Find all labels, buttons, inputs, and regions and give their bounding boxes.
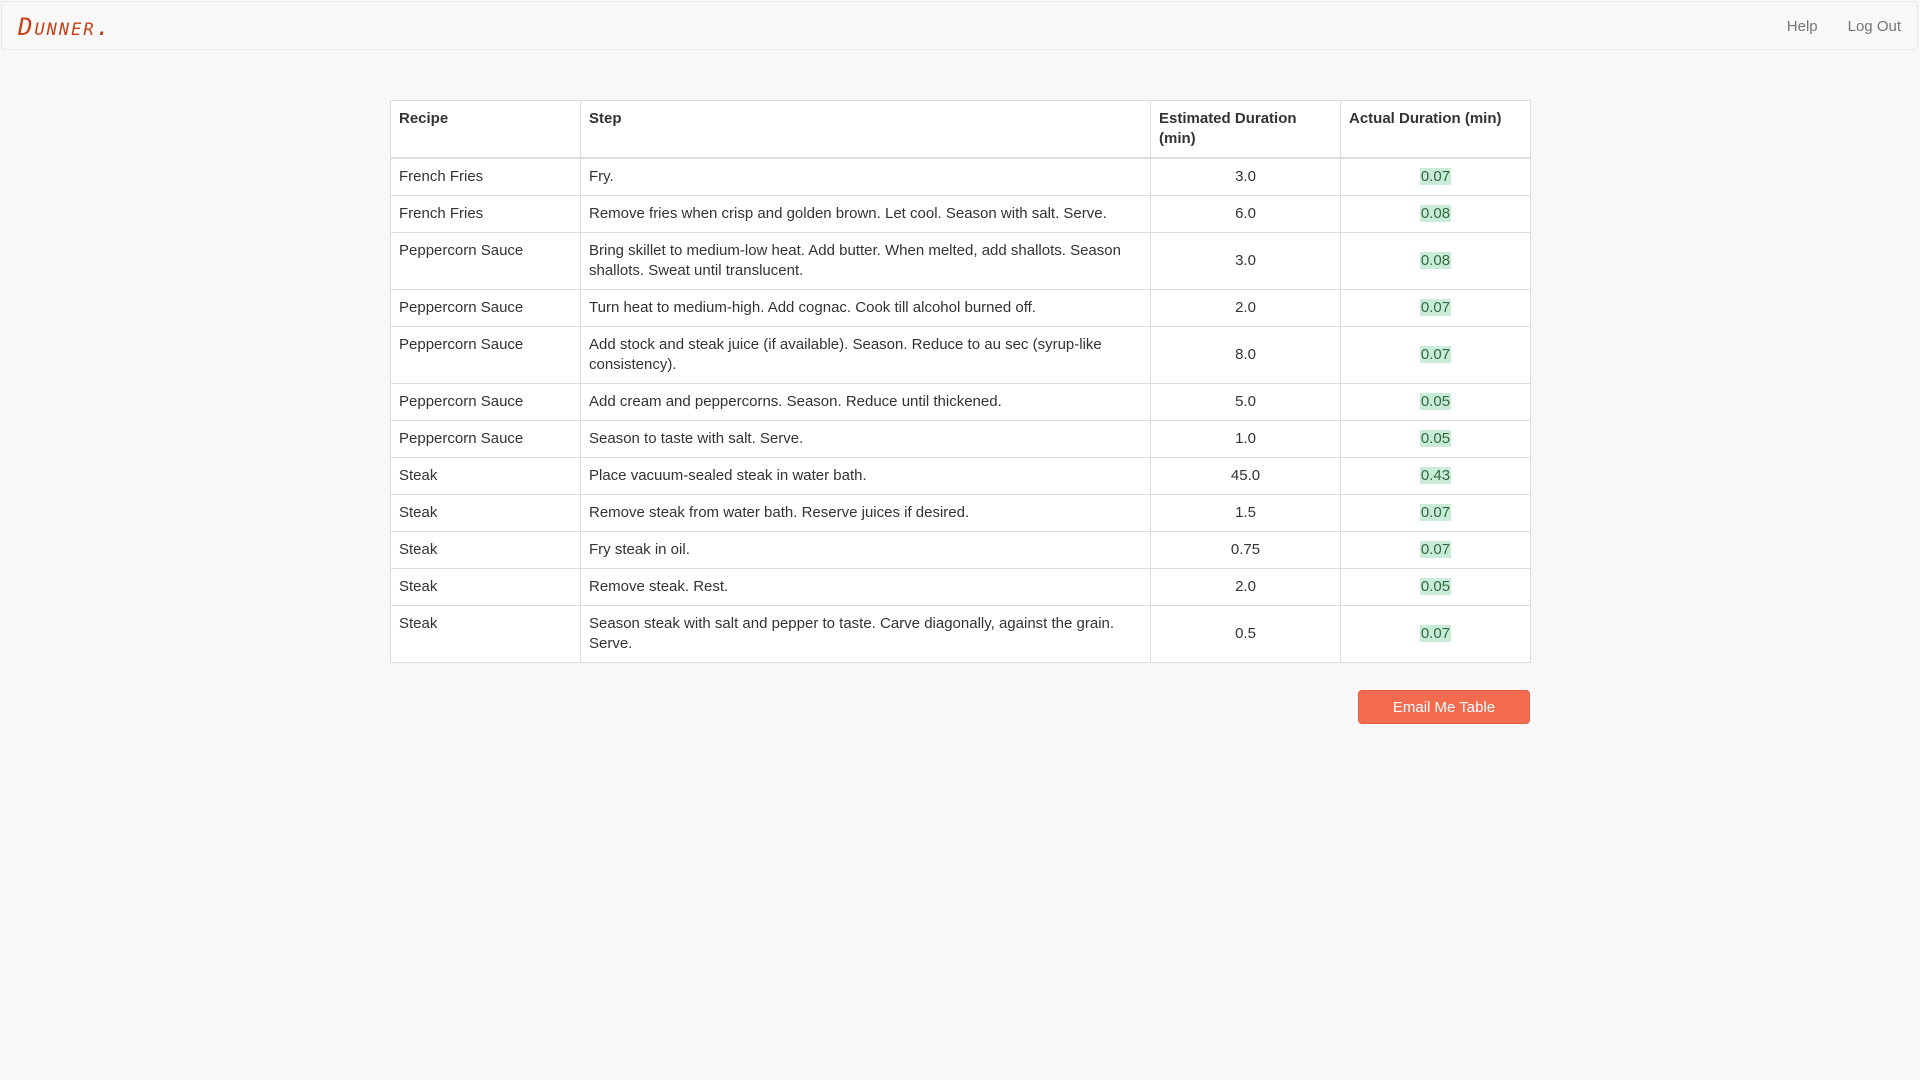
step-cell: Season steak with salt and pepper to tas… bbox=[580, 605, 1151, 663]
durations-table-container: Recipe Step Estimated Duration (min) Act… bbox=[390, 100, 1531, 663]
table-row: Steak Fry steak in oil. 0.75 0.07 bbox=[390, 531, 1531, 569]
estimated-duration-cell: 2.0 bbox=[1150, 289, 1341, 327]
nav-links: Help Log Out bbox=[1757, 2, 1901, 51]
durations-table: Recipe Step Estimated Duration (min) Act… bbox=[390, 100, 1531, 663]
step-cell: Fry steak in oil. bbox=[580, 531, 1151, 569]
actual-duration-cell: 0.07 bbox=[1340, 531, 1531, 569]
actual-duration-value: 0.43 bbox=[1419, 467, 1452, 484]
recipe-cell: Peppercorn Sauce bbox=[390, 420, 581, 458]
actual-duration-value: 0.05 bbox=[1419, 393, 1452, 410]
actual-duration-cell: 0.07 bbox=[1340, 289, 1531, 327]
estimated-duration-cell: 1.0 bbox=[1150, 420, 1341, 458]
estimated-duration-cell: 6.0 bbox=[1150, 195, 1341, 233]
top-navbar: Dunner. Help Log Out bbox=[1, 1, 1918, 50]
table-row: Peppercorn Sauce Season to taste with sal… bbox=[390, 420, 1531, 458]
actual-duration-value: 0.05 bbox=[1419, 578, 1452, 595]
step-cell: Place vacuum-sealed steak in water bath. bbox=[580, 457, 1151, 495]
step-cell: Add stock and steak juice (if available)… bbox=[580, 326, 1151, 384]
actual-duration-cell: 0.08 bbox=[1340, 195, 1531, 233]
actual-duration-cell: 0.07 bbox=[1340, 494, 1531, 532]
table-row: Peppercorn Sauce Turn heat to medium-high… bbox=[390, 289, 1531, 327]
actual-duration-value: 0.05 bbox=[1419, 430, 1452, 447]
actual-duration-value: 0.08 bbox=[1419, 205, 1452, 222]
actual-duration-value: 0.08 bbox=[1419, 252, 1452, 269]
estimated-duration-cell: 3.0 bbox=[1150, 232, 1341, 290]
actual-duration-cell: 0.07 bbox=[1340, 157, 1531, 196]
header-actual-duration: Actual Duration (min) bbox=[1340, 100, 1531, 159]
header-recipe: Recipe bbox=[390, 100, 581, 159]
step-cell: Remove steak from water bath. Reserve ju… bbox=[580, 494, 1151, 532]
estimated-duration-cell: 45.0 bbox=[1150, 457, 1341, 495]
header-estimated-duration: Estimated Duration (min) bbox=[1150, 100, 1341, 159]
step-cell: Turn heat to medium-high. Add cognac. Co… bbox=[580, 289, 1151, 327]
table-row: Steak Season steak with salt and pepper t… bbox=[390, 605, 1531, 663]
recipe-cell: Peppercorn Sauce bbox=[390, 232, 581, 290]
table-row: French Fries Remove fries when crisp and … bbox=[390, 195, 1531, 233]
table-body: French Fries Fry. 3.0 0.07 French Fries Remov… bbox=[390, 157, 1531, 663]
recipe-cell: Steak bbox=[390, 568, 581, 606]
recipe-cell: French Fries bbox=[390, 157, 581, 196]
recipe-cell: Peppercorn Sauce bbox=[390, 383, 581, 421]
actual-duration-cell: 0.08 bbox=[1340, 232, 1531, 290]
step-cell: Remove fries when crisp and golden brown… bbox=[580, 195, 1151, 233]
step-cell: Remove steak. Rest. bbox=[580, 568, 1151, 606]
recipe-cell: Peppercorn Sauce bbox=[390, 326, 581, 384]
email-me-table-button[interactable]: Email Me Table bbox=[1358, 690, 1530, 724]
step-cell: Bring skillet to medium-low heat. Add bu… bbox=[580, 232, 1151, 290]
actual-duration-value: 0.07 bbox=[1419, 168, 1452, 185]
actual-duration-cell: 0.43 bbox=[1340, 457, 1531, 495]
table-header-row: Recipe Step Estimated Duration (min) Act… bbox=[390, 100, 1531, 159]
recipe-cell: Steak bbox=[390, 457, 581, 495]
table-row: Steak Remove steak. Rest. 2.0 0.05 bbox=[390, 568, 1531, 606]
step-cell: Add cream and peppercorns. Season. Reduc… bbox=[580, 383, 1151, 421]
header-step: Step bbox=[580, 100, 1151, 159]
actual-duration-value: 0.07 bbox=[1419, 541, 1452, 558]
estimated-duration-cell: 0.75 bbox=[1150, 531, 1341, 569]
recipe-cell: Steak bbox=[390, 531, 581, 569]
actual-duration-value: 0.07 bbox=[1419, 299, 1452, 316]
actual-duration-value: 0.07 bbox=[1419, 346, 1452, 363]
estimated-duration-cell: 8.0 bbox=[1150, 326, 1341, 384]
table-row: French Fries Fry. 3.0 0.07 bbox=[390, 157, 1531, 196]
recipe-cell: Steak bbox=[390, 494, 581, 532]
table-row: Peppercorn Sauce Bring skillet to medium-… bbox=[390, 232, 1531, 290]
estimated-duration-cell: 2.0 bbox=[1150, 568, 1341, 606]
step-cell: Fry. bbox=[580, 157, 1151, 196]
estimated-duration-cell: 1.5 bbox=[1150, 494, 1341, 532]
table-row: Steak Remove steak from water bath. Reser… bbox=[390, 494, 1531, 532]
logout-link[interactable]: Log Out bbox=[1848, 18, 1901, 35]
estimated-duration-cell: 3.0 bbox=[1150, 157, 1341, 196]
actual-duration-value: 0.07 bbox=[1419, 625, 1452, 642]
actual-duration-cell: 0.07 bbox=[1340, 605, 1531, 663]
actual-duration-cell: 0.05 bbox=[1340, 383, 1531, 421]
table-row: Peppercorn Sauce Add cream and peppercorn… bbox=[390, 383, 1531, 421]
actual-duration-cell: 0.05 bbox=[1340, 568, 1531, 606]
actual-duration-cell: 0.05 bbox=[1340, 420, 1531, 458]
step-cell: Season to taste with salt. Serve. bbox=[580, 420, 1151, 458]
actual-duration-cell: 0.07 bbox=[1340, 326, 1531, 384]
recipe-cell: Steak bbox=[390, 605, 581, 663]
recipe-cell: Peppercorn Sauce bbox=[390, 289, 581, 327]
brand-logo[interactable]: Dunner. bbox=[18, 13, 112, 41]
table-row: Peppercorn Sauce Add stock and steak juic… bbox=[390, 326, 1531, 384]
table-row: Steak Place vacuum-sealed steak in water … bbox=[390, 457, 1531, 495]
recipe-cell: French Fries bbox=[390, 195, 581, 233]
help-link[interactable]: Help bbox=[1787, 18, 1818, 35]
estimated-duration-cell: 5.0 bbox=[1150, 383, 1341, 421]
actual-duration-value: 0.07 bbox=[1419, 504, 1452, 521]
estimated-duration-cell: 0.5 bbox=[1150, 605, 1341, 663]
